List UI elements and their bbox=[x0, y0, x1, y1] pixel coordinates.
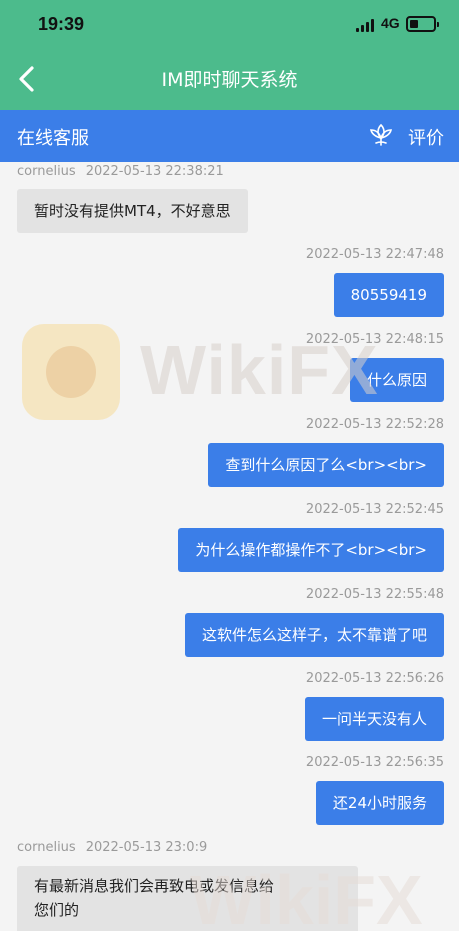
message-time: 2022-05-13 23:0:9 bbox=[85, 840, 208, 855]
message-bubble-incoming: 有最新消息我们会再致电或发信息给 您们的 bbox=[17, 866, 358, 931]
signal-icon bbox=[356, 19, 376, 32]
message-time: 2022-05-13 22:38:21 bbox=[85, 164, 224, 179]
message-meta: cornelius 2022-05-13 22:38:21 bbox=[17, 164, 224, 179]
page-title: IM即时聊天系统 bbox=[161, 69, 298, 91]
message-bubble-outgoing: 还24小时服务 bbox=[315, 781, 444, 825]
message-bubble-outgoing: 这软件怎么这样子，太不靠谱了吧 bbox=[184, 613, 444, 657]
message-time: 2022-05-13 22:55:48 bbox=[305, 587, 444, 602]
navbar: IM即时聊天系统 bbox=[0, 50, 459, 110]
message-line: 有最新消息我们会再致电或发信息给 bbox=[34, 877, 275, 895]
message-bubble-outgoing: 为什么操作都操作不了<br><br> bbox=[178, 528, 444, 572]
rate-label: 评价 bbox=[408, 128, 444, 149]
chat-area[interactable]: cornelius 2022-05-13 22:38:21 暂时没有提供MT4，不… bbox=[0, 162, 459, 931]
status-time: 19:39 bbox=[38, 14, 85, 34]
message-bubble-outgoing: 一问半天没有人 bbox=[304, 697, 444, 741]
message-time: 2022-05-13 22:56:26 bbox=[305, 671, 444, 686]
message-bubble-outgoing: 80559419 bbox=[333, 273, 444, 317]
message-line: 您们的 bbox=[34, 901, 80, 919]
message-time: 2022-05-13 22:56:35 bbox=[305, 755, 444, 770]
message-time: 2022-05-13 22:52:28 bbox=[305, 417, 444, 432]
message-time: 2022-05-13 22:48:15 bbox=[305, 332, 444, 347]
status-bar: 19:39 4G bbox=[0, 0, 459, 50]
service-title: 在线客服 bbox=[17, 128, 89, 149]
network-type: 4G bbox=[381, 15, 400, 31]
sender-name: cornelius bbox=[17, 164, 76, 179]
sender-name: cornelius bbox=[17, 840, 76, 855]
message-meta: cornelius 2022-05-13 23:0:9 bbox=[17, 840, 207, 855]
flower-icon bbox=[369, 123, 393, 146]
message-time: 2022-05-13 22:47:48 bbox=[305, 247, 444, 262]
message-bubble-outgoing: 查到什么原因了么<br><br> bbox=[208, 443, 444, 487]
service-header: 在线客服 评价 bbox=[0, 110, 459, 162]
message-bubble-incoming: 暂时没有提供MT4，不好意思 bbox=[17, 189, 248, 233]
message-bubble-outgoing: 什么原因 bbox=[349, 358, 444, 402]
message-time: 2022-05-13 22:52:45 bbox=[305, 502, 444, 517]
battery-icon bbox=[406, 16, 439, 32]
